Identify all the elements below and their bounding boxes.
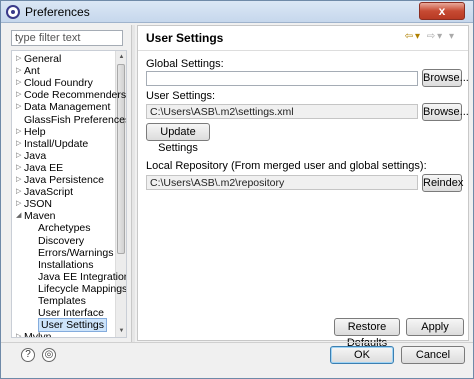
tree-item[interactable]: ▷ Ant (16, 65, 40, 77)
update-settings-button[interactable]: Update Settings (146, 123, 210, 154)
global-settings-label: Global Settings: (146, 58, 224, 70)
help-icon[interactable]: ? (21, 348, 35, 362)
tree-item[interactable]: Discovery (30, 235, 84, 247)
tree-item[interactable]: Java EE Integration (30, 270, 127, 283)
tree-item[interactable]: ▷ Mylyn (16, 331, 52, 338)
tree-item[interactable]: Lifecycle Mappings (30, 282, 127, 295)
ok-button[interactable]: OK (330, 346, 394, 364)
filter-input[interactable] (11, 30, 123, 46)
page-title: User Settings (146, 31, 224, 45)
page-header: User Settings ⇦▾ ⇨▾ ▾ (138, 26, 468, 48)
tree-item[interactable]: ▷ Code Recommenders (16, 89, 126, 101)
preference-navigation: ▲ ▼ ▷General▷Ant▷Cloud Foundry▷Code Reco… (7, 28, 127, 338)
tree-item-label: JSON (24, 198, 53, 211)
pane-sash[interactable] (131, 25, 135, 343)
tree-item-label: Errors/Warnings (38, 246, 114, 259)
tree-item-label: Data Management (24, 101, 111, 114)
tree-item-label: Java EE (24, 161, 64, 174)
tree-item-label: Lifecycle Mappings (38, 282, 127, 295)
tree-item[interactable]: ▷ Cloud Foundry (16, 77, 93, 89)
expanded-arrow-icon[interactable]: ◢ (16, 210, 24, 222)
title-bar: Preferences x (1, 1, 473, 23)
preference-tree: ▲ ▼ ▷ General ▷ Ant ▷ Cloud Foundry ▷ Code Reco… (11, 50, 127, 338)
collapsed-arrow-icon[interactable]: ▷ (16, 126, 24, 138)
tree-item-label: Java (24, 149, 47, 162)
header-divider (138, 50, 468, 51)
tree-item-label: Maven (24, 210, 56, 223)
collapsed-arrow-icon[interactable]: ▷ (16, 138, 24, 150)
reindex-button[interactable]: Reindex (422, 174, 463, 192)
tree-item-label: Archetypes (38, 222, 91, 235)
tree-item-label: Discovery (38, 234, 85, 247)
tree-item-label: GlassFish Preferences (24, 113, 127, 126)
tree-item-label: Ant (24, 65, 40, 78)
tree-item-label: Install/Update (24, 137, 89, 150)
import-export-icon[interactable]: ◎ (42, 348, 56, 362)
tree-item-label: Mylyn (24, 331, 52, 338)
tree-item[interactable]: ▷ Java EE (16, 162, 63, 174)
tree-item-label: Code Recommenders (24, 89, 127, 102)
close-icon: x (438, 4, 446, 18)
tree-item[interactable]: ▷ Java (16, 150, 46, 162)
tree-item-label: Help (24, 125, 46, 138)
collapsed-arrow-icon[interactable]: ▷ (16, 331, 24, 337)
tree-item-label: General (24, 53, 62, 65)
scroll-up-arrow-icon[interactable]: ▲ (117, 52, 126, 62)
tree-item-label: Java EE Integration (38, 270, 127, 283)
collapsed-arrow-icon[interactable]: ▷ (16, 101, 24, 113)
collapsed-arrow-icon[interactable]: ▷ (16, 53, 24, 65)
collapsed-arrow-icon[interactable]: ▷ (16, 89, 24, 101)
tree-item[interactable]: ▷ JavaScript (16, 186, 73, 198)
collapsed-arrow-icon[interactable]: ▷ (16, 162, 24, 174)
collapsed-arrow-icon[interactable]: ▷ (16, 198, 24, 210)
settings-page: User Settings ⇦▾ ⇨▾ ▾ Global Settings: B… (137, 25, 469, 349)
back-dropdown-icon[interactable]: ▾ (415, 31, 422, 42)
tree-item-label: Installations (38, 258, 94, 271)
apply-button[interactable]: Apply (406, 318, 464, 336)
tree-item-label: JavaScript (24, 186, 74, 199)
local-repository-field[interactable]: C:\Users\ASB\.m2\repository (146, 175, 418, 190)
collapsed-arrow-icon[interactable]: ▷ (16, 186, 24, 198)
tree-item[interactable]: ◢ Maven (16, 210, 56, 222)
tree-item[interactable]: Archetypes (30, 222, 91, 234)
tree-item[interactable]: ▷ Install/Update (16, 138, 88, 150)
global-settings-field[interactable] (146, 71, 418, 86)
tree-item-label: User Settings (38, 318, 108, 333)
user-settings-field[interactable]: C:\Users\ASB\.m2\settings.xml (146, 104, 418, 119)
cancel-button[interactable]: Cancel (401, 346, 465, 364)
global-browse-button[interactable]: Browse... (422, 69, 469, 87)
collapsed-arrow-icon[interactable]: ▷ (16, 65, 24, 77)
back-arrow-icon[interactable]: ⇦ (405, 31, 415, 42)
window-title: Preferences (25, 5, 90, 19)
collapsed-arrow-icon[interactable]: ▷ (16, 150, 24, 162)
forward-dropdown-icon[interactable]: ▾ (437, 31, 444, 42)
tree-item[interactable]: ▷ Java Persistence (16, 174, 104, 186)
tree-item[interactable]: Errors/Warnings (30, 247, 113, 259)
scroll-down-arrow-icon[interactable]: ▼ (117, 326, 126, 336)
eclipse-app-icon (6, 5, 20, 19)
tree-item[interactable]: User Settings (30, 318, 108, 333)
tree-item[interactable]: ▷ JSON (16, 198, 52, 210)
tree-item[interactable]: ▷ Help (16, 126, 46, 138)
footer-divider (1, 342, 473, 343)
close-window-button[interactable]: x (419, 2, 465, 20)
tree-item[interactable]: ▷ Data Management (16, 101, 110, 113)
user-settings-label: User Settings: (146, 90, 216, 102)
tree-item-label: Templates (38, 295, 86, 307)
collapsed-arrow-icon[interactable]: ▷ (16, 174, 24, 186)
view-menu-icon[interactable]: ▾ (449, 31, 456, 42)
restore-defaults-button[interactable]: Restore Defaults (334, 318, 400, 349)
preferences-window: Preferences x ▲ ▼ ▷General▷Ant▷Cloud Fou… (0, 0, 474, 379)
tree-item[interactable]: ▷ General (16, 53, 61, 65)
tree-item[interactable]: Templates (30, 295, 86, 307)
forward-arrow-icon[interactable]: ⇨ (427, 31, 437, 42)
tree-item[interactable]: GlassFish Preferences (16, 113, 127, 126)
collapsed-arrow-icon[interactable]: ▷ (16, 77, 24, 89)
tree-item[interactable]: Installations (30, 259, 93, 271)
user-browse-button[interactable]: Browse... (422, 103, 469, 121)
tree-item-label: Cloud Foundry (24, 77, 93, 90)
tree-item-label: Java Persistence (24, 174, 104, 186)
local-repository-label: Local Repository (From merged user and g… (146, 160, 427, 172)
page-navigation: ⇦▾ ⇨▾ ▾ (405, 31, 456, 42)
